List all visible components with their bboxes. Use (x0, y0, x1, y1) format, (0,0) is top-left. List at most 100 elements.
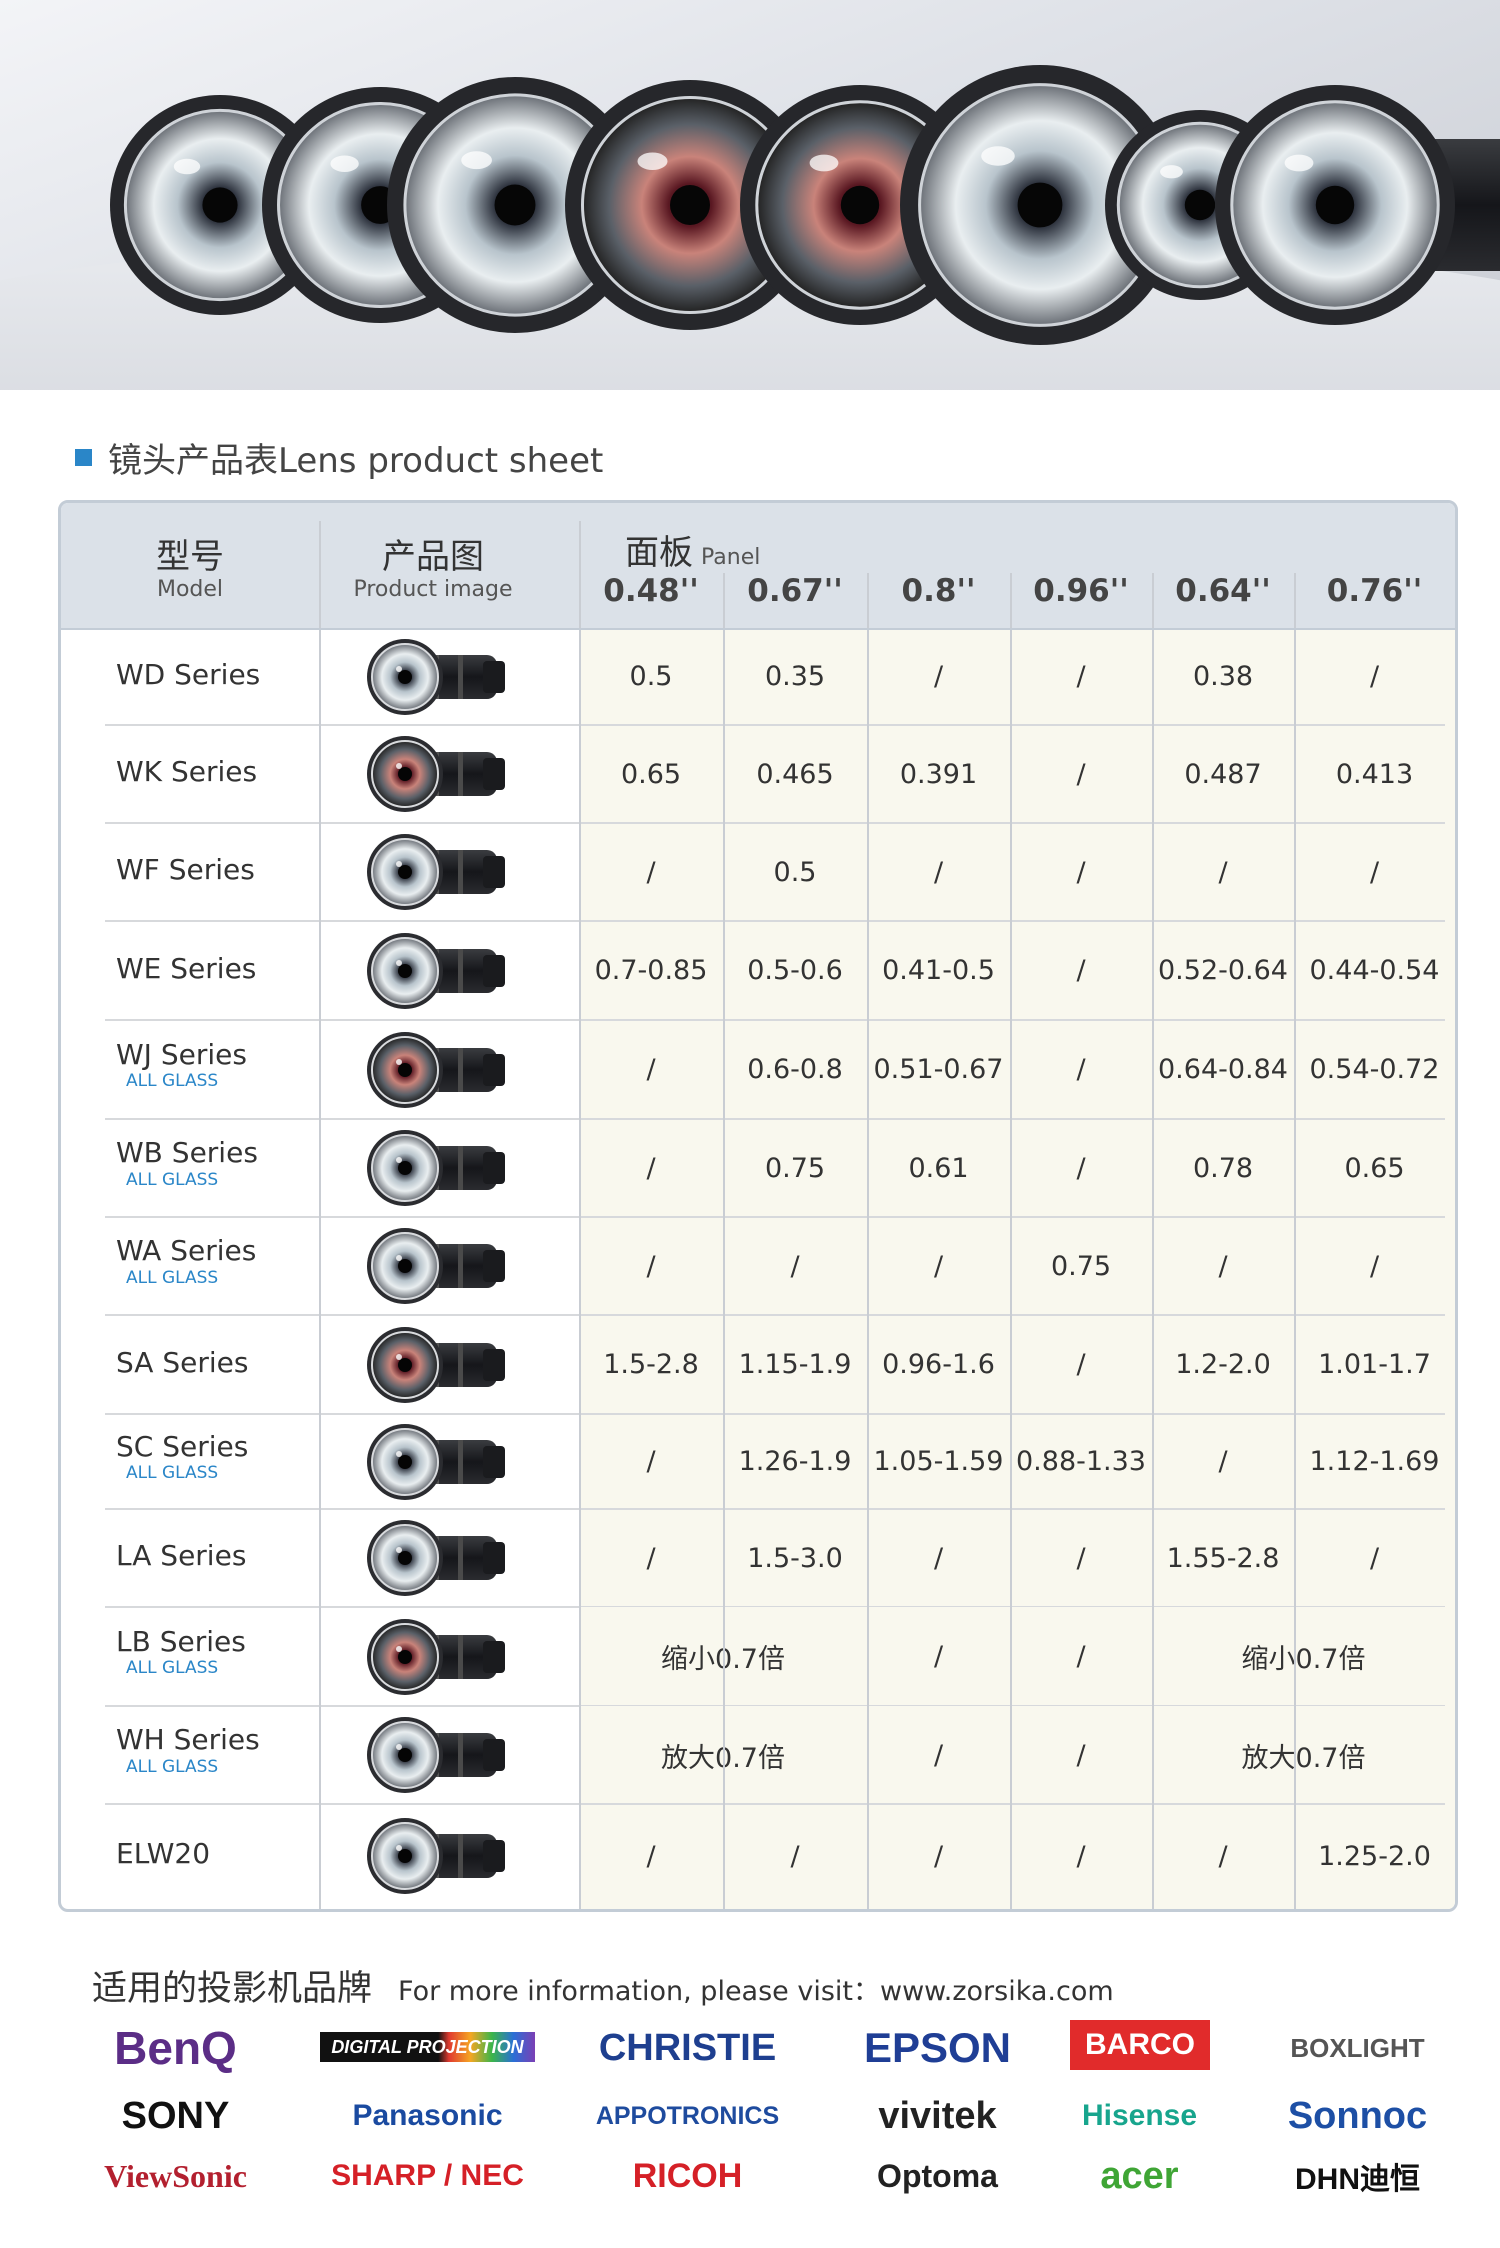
spec-cell: 0.5 (629, 661, 673, 692)
hero-lenses (110, 65, 1500, 345)
spec-cell-merged: / (1010, 1607, 1152, 1706)
spec-cell: 0.96-1.6 (882, 1349, 995, 1380)
spec-cell: / (1369, 661, 1380, 692)
header-divider (61, 628, 1455, 630)
spec-cell: 0.391 (899, 758, 978, 790)
column-divider (1010, 573, 1012, 1909)
lens-product-image (363, 633, 513, 725)
model-name: WB Series ALL GLASS (116, 1137, 316, 1189)
spec-cell: 0.7-0.85 (594, 955, 708, 986)
spec-cell-merged: / (1010, 1706, 1152, 1804)
spec-cell: 1.05-1.59 (873, 1446, 1004, 1477)
spec-cell: 1.55-2.8 (1166, 1542, 1280, 1574)
spec-cell: / (933, 1840, 944, 1872)
column-divider (723, 573, 725, 1909)
spec-cell: 0.6-0.8 (747, 1054, 843, 1085)
spec-cell: / (1076, 955, 1086, 986)
lens-product-image (363, 1321, 513, 1413)
spec-cell: / (1218, 856, 1228, 888)
spec-cell: / (1076, 856, 1086, 888)
spec-cell: 1.26-1.9 (738, 1446, 852, 1477)
spec-cell: 0.78 (1192, 1152, 1254, 1184)
all-glass-badge: ALL GLASS (126, 1071, 219, 1092)
spec-cell: / (1076, 1152, 1086, 1184)
spec-cell-merged: / (867, 1706, 1010, 1804)
column-divider (867, 573, 869, 1909)
spec-cell: 0.75 (764, 1152, 826, 1184)
brand-logo: EPSON (863, 2024, 1012, 2071)
model-name-text: LB Series (116, 1624, 246, 1658)
spec-cell: 0.65 (1344, 1152, 1405, 1184)
model-name: SA Series (116, 1345, 316, 1379)
title-bullet-icon (75, 448, 92, 466)
model-name: ELW20 (116, 1837, 316, 1870)
spec-cell: 1.5-3.0 (747, 1542, 843, 1574)
spec-cell: / (933, 1542, 944, 1574)
model-name: WH Series ALL GLASS (116, 1724, 316, 1777)
model-name-text: SA Series (116, 1345, 249, 1379)
brand-logo: BenQ (114, 2022, 237, 2074)
header-panel: 面板 Panel (625, 525, 760, 574)
brand-logo: vivitek (878, 2094, 997, 2137)
spec-cell: / (933, 661, 944, 692)
spec-cell: 0.487 (1184, 758, 1262, 790)
spec-cell: 0.465 (756, 758, 834, 790)
panel-size-header: 0.76'' (1326, 573, 1423, 609)
spec-cell: / (646, 1840, 656, 1872)
spec-cell: 0.75 (1050, 1250, 1112, 1282)
spec-cell: / (1076, 1542, 1086, 1574)
spec-cell: / (1369, 856, 1380, 888)
spec-cell: / (790, 1250, 800, 1282)
brand-logo: BARCO (1070, 2020, 1210, 2070)
brand-logo: Panasonic (352, 2099, 503, 2132)
header-model-en: Model (156, 577, 224, 602)
model-name-text: WF Series (116, 853, 255, 886)
spec-cell: / (1076, 758, 1086, 790)
spec-cell: / (646, 1054, 656, 1085)
panel-size-header: 0.67'' (747, 573, 843, 609)
spec-cell: 0.5-0.6 (747, 955, 843, 986)
brands-heading-en: For more information, please visit：www.z… (398, 1976, 1114, 2007)
spec-cell: / (790, 1840, 800, 1872)
spec-cell: 1.15-1.9 (738, 1349, 852, 1380)
all-glass-badge: ALL GLASS (126, 1658, 219, 1679)
model-name: WF Series (116, 853, 316, 886)
lens-product-image (363, 1418, 513, 1510)
brand-logo: acer (1100, 2154, 1179, 2197)
column-divider (1152, 573, 1154, 1909)
brand-logo: BOXLIGHT (1290, 2032, 1425, 2063)
spec-cell: / (1369, 1250, 1380, 1282)
spec-cell: / (1218, 1840, 1228, 1872)
spec-cell-merged: / (867, 1607, 1010, 1706)
spec-cell: 0.64-0.84 (1158, 1054, 1288, 1085)
model-name-text: WJ Series (116, 1037, 247, 1071)
brand-logo: DIGITAL PROJECTION (320, 2032, 535, 2062)
brand-logo: Sonnoc (1287, 2094, 1428, 2137)
model-name-text: SC Series (116, 1429, 249, 1463)
all-glass-badge: ALL GLASS (126, 1756, 219, 1777)
brand-logo: SONY (121, 2094, 230, 2137)
lens-product-image (363, 1613, 513, 1705)
model-name: WA Series ALL GLASS (116, 1235, 316, 1288)
spec-cell: / (646, 1446, 656, 1477)
model-name-text: WK Series (116, 755, 258, 788)
spec-cell: 0.413 (1335, 758, 1414, 790)
all-glass-badge: ALL GLASS (126, 1267, 219, 1288)
brand-logo: Hisense (1081, 2099, 1198, 2132)
column-divider (1294, 573, 1296, 1909)
lens-product-image (363, 1124, 513, 1216)
model-name: WJ Series ALL GLASS (116, 1037, 316, 1092)
spec-cell-merged: 放大0.7倍 (1152, 1706, 1455, 1804)
brand-logo: Optoma (877, 2157, 998, 2194)
spec-cell: / (1076, 661, 1086, 692)
panel-size-header: 0.8'' (901, 573, 976, 609)
spec-cell: 0.88-1.33 (1016, 1446, 1146, 1477)
spec-cell: / (1369, 1542, 1380, 1574)
model-name-text: WD Series (116, 657, 261, 691)
panel-size-header: 0.96'' (1033, 573, 1129, 609)
model-name: WK Series (116, 755, 316, 788)
spec-cell: 0.54-0.72 (1309, 1054, 1440, 1085)
model-name-text: ELW20 (116, 1837, 211, 1870)
lens-product-image (363, 1026, 513, 1118)
model-name-text: LA Series (116, 1539, 247, 1572)
